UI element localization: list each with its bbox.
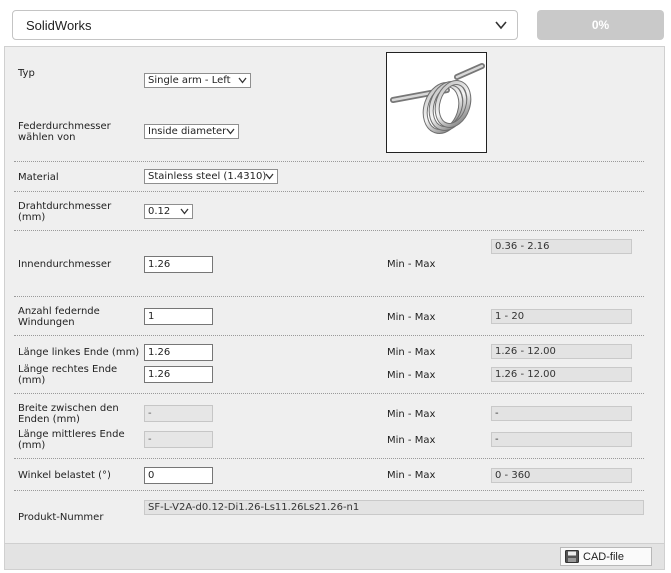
cad-format-value: SolidWorks bbox=[26, 18, 92, 33]
windungen-minmax-label: Min - Max bbox=[387, 312, 436, 323]
chevron-down-icon bbox=[238, 77, 247, 84]
laenge-mitte-label: Länge mittleres Ende (mm) bbox=[18, 429, 125, 451]
configurator-panel: Typ Single arm - Left Federdurchmesser w… bbox=[4, 46, 665, 570]
laenge-rechts-minmax-label: Min - Max bbox=[387, 370, 436, 381]
drahtdurchmesser-value: 0.12 bbox=[148, 206, 171, 217]
winkel-minmax-label: Min - Max bbox=[387, 470, 436, 481]
divider bbox=[14, 335, 644, 336]
laenge-links-range: 1.26 - 12.00 bbox=[491, 344, 632, 359]
torsion-spring-image bbox=[390, 63, 485, 134]
drahtdurchmesser-select[interactable]: 0.12 bbox=[144, 204, 193, 219]
laenge-mitte-input[interactable]: - bbox=[144, 431, 213, 448]
typ-select[interactable]: Single arm - Left bbox=[144, 73, 251, 88]
innendurchmesser-label: Innendurchmesser bbox=[18, 259, 112, 270]
divider bbox=[14, 230, 644, 231]
chevron-down-icon bbox=[495, 21, 507, 30]
chevron-down-icon bbox=[265, 173, 274, 180]
divider bbox=[14, 490, 644, 491]
federdurchmesser-select[interactable]: Inside diameter bbox=[144, 124, 239, 139]
laenge-mitte-range: - bbox=[491, 432, 632, 447]
spring-preview-image bbox=[386, 52, 487, 153]
breite-minmax-label: Min - Max bbox=[387, 409, 436, 420]
cad-file-button[interactable]: CAD-file bbox=[560, 547, 652, 566]
innendurchmesser-range: 0.36 - 2.16 bbox=[491, 239, 632, 254]
windungen-range: 1 - 20 bbox=[491, 309, 632, 324]
breite-input[interactable]: - bbox=[144, 405, 213, 422]
divider bbox=[14, 296, 644, 297]
winkel-input[interactable]: 0 bbox=[144, 467, 213, 484]
laenge-rechts-range: 1.26 - 12.00 bbox=[491, 367, 632, 382]
breite-range: - bbox=[491, 406, 632, 421]
winkel-label: Winkel belastet (°) bbox=[18, 470, 111, 481]
winkel-range: 0 - 360 bbox=[491, 468, 632, 483]
windungen-label: Anzahl federnde Windungen bbox=[18, 306, 100, 328]
federdurchmesser-label: Federdurchmesser wählen von bbox=[18, 121, 111, 143]
laenge-links-minmax-label: Min - Max bbox=[387, 347, 436, 358]
produktnummer-label: Produkt-Nummer bbox=[18, 512, 104, 523]
innendurchmesser-minmax-label: Min - Max bbox=[387, 259, 436, 270]
chevron-down-icon bbox=[180, 208, 189, 215]
divider bbox=[14, 191, 644, 192]
laenge-links-input[interactable]: 1.26 bbox=[144, 344, 213, 361]
typ-value: Single arm - Left bbox=[148, 75, 231, 86]
typ-label: Typ bbox=[18, 68, 35, 79]
produktnummer-value: SF-L-V2A-d0.12-Di1.26-Ls11.26Ls21.26-n1 bbox=[144, 500, 644, 515]
drahtdurchmesser-label: Drahtdurchmesser (mm) bbox=[18, 201, 112, 223]
breite-label: Breite zwischen den Enden (mm) bbox=[18, 403, 119, 425]
material-select[interactable]: Stainless steel (1.4310) bbox=[144, 169, 278, 184]
divider bbox=[14, 458, 644, 459]
cad-format-select[interactable]: SolidWorks bbox=[12, 10, 518, 40]
progress-bar: 0% bbox=[537, 10, 664, 40]
panel-footer: CAD-file bbox=[5, 543, 664, 569]
windungen-input[interactable]: 1 bbox=[144, 308, 213, 325]
laenge-links-label: Länge linkes Ende (mm) bbox=[18, 347, 140, 358]
material-value: Stainless steel (1.4310) bbox=[148, 171, 267, 182]
laenge-rechts-input[interactable]: 1.26 bbox=[144, 366, 213, 383]
federdurchmesser-value: Inside diameter bbox=[148, 126, 227, 137]
chevron-down-icon bbox=[226, 128, 235, 135]
top-bar: SolidWorks 0% bbox=[0, 0, 671, 46]
save-disk-icon bbox=[565, 550, 579, 563]
laenge-mitte-minmax-label: Min - Max bbox=[387, 435, 436, 446]
laenge-rechts-label: Länge rechtes Ende (mm) bbox=[18, 364, 118, 386]
material-label: Material bbox=[18, 172, 59, 183]
progress-text: 0% bbox=[591, 18, 610, 32]
divider bbox=[14, 161, 644, 162]
innendurchmesser-input[interactable]: 1.26 bbox=[144, 256, 213, 273]
cad-file-label: CAD-file bbox=[583, 551, 624, 563]
divider bbox=[14, 393, 644, 394]
